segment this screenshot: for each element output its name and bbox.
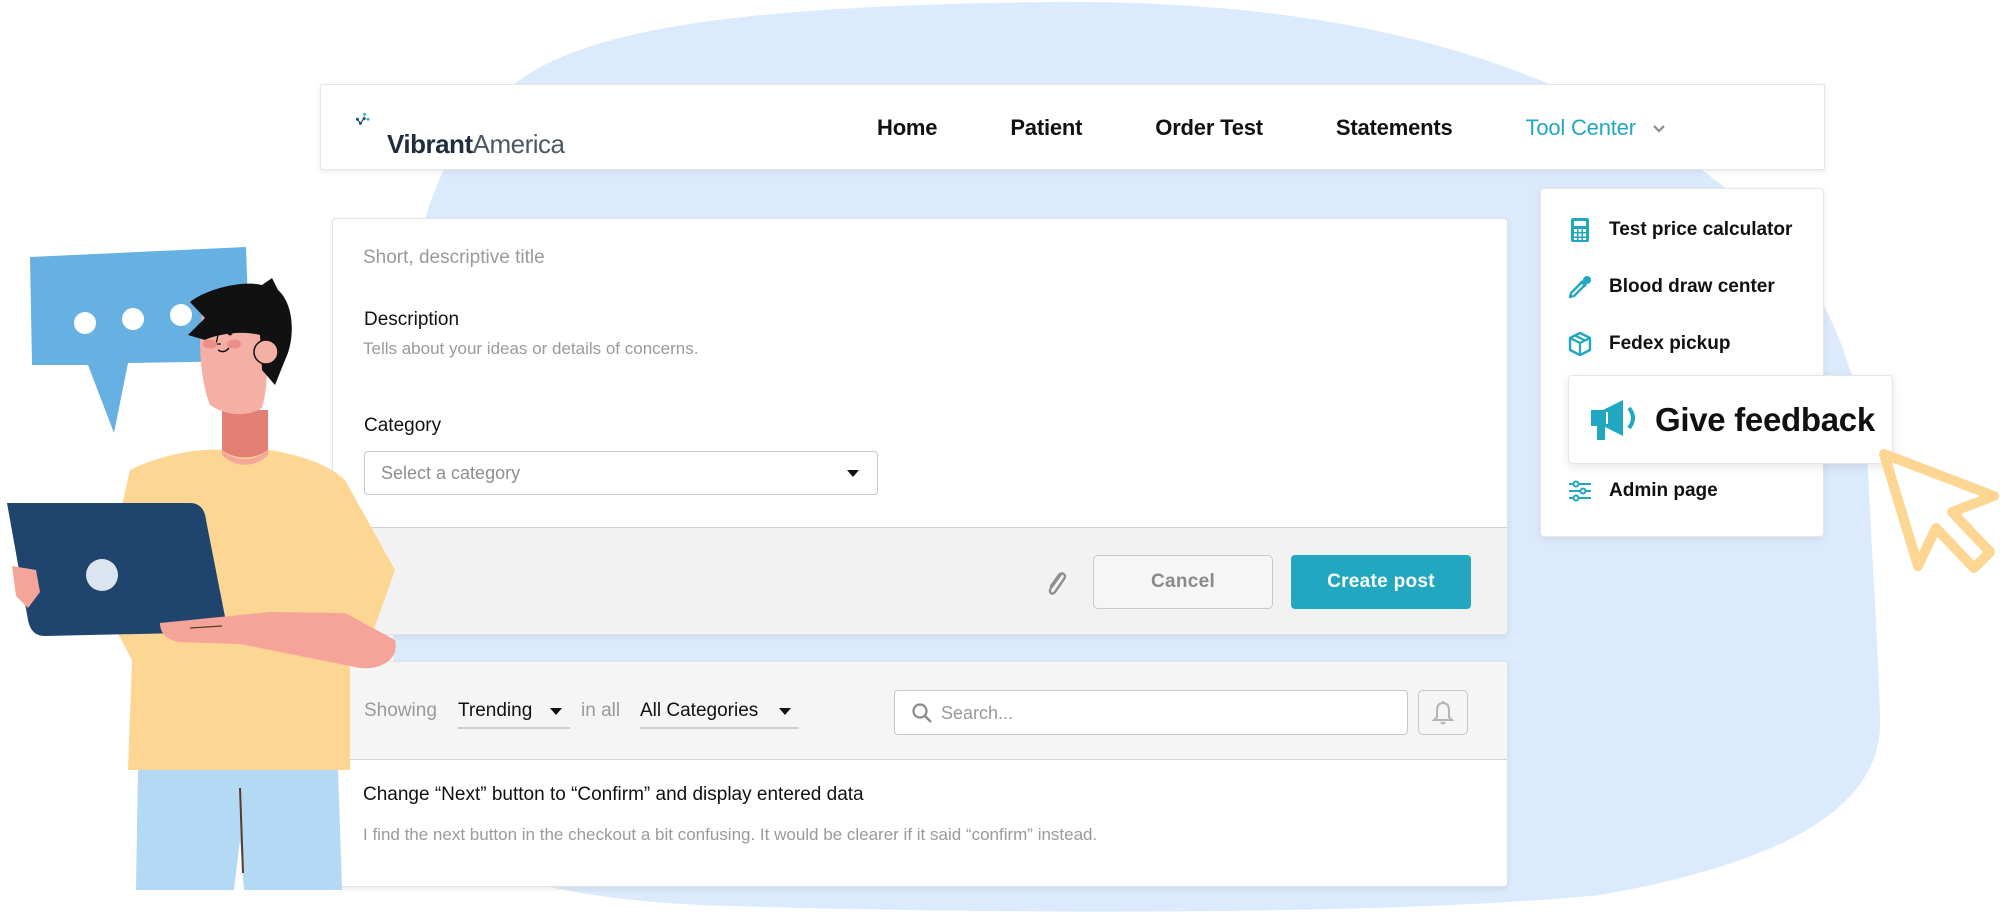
chevron-down-icon (1652, 125, 1665, 133)
notifications-button[interactable] (1418, 690, 1468, 735)
search-icon (912, 703, 932, 723)
category-select[interactable]: Select a category (364, 451, 878, 495)
box-icon (1567, 331, 1593, 357)
menu-item-label: Admin page (1609, 480, 1718, 501)
tool-center-menu: Test price calculator Blood draw center … (1540, 188, 1824, 537)
brand-name[interactable]: VibrantAmerica (387, 129, 565, 160)
menu-item-test-price-calculator[interactable]: Test price calculator (1567, 217, 1792, 243)
sliders-icon (1567, 478, 1593, 504)
new-post-form: Description Category Select a category C… (332, 218, 1508, 635)
nav-patient[interactable]: Patient (1010, 115, 1082, 141)
category-filter-value: All Categories (640, 700, 759, 721)
paperclip-icon[interactable] (1043, 568, 1069, 598)
caret-down-icon (550, 708, 562, 715)
search-field[interactable] (894, 690, 1408, 735)
calculator-icon (1567, 217, 1593, 243)
caret-down-icon (779, 708, 791, 715)
nav-tool-center[interactable]: Tool Center (1526, 115, 1666, 141)
post-body: I find the next button in the checkout a… (363, 825, 1098, 844)
give-feedback-label: Give feedback (1655, 400, 1875, 438)
top-navbar: VibrantAmerica Home Patient Order Test S… (320, 84, 1825, 170)
brand-name-bold: Vibrant (387, 129, 473, 159)
post-title-input[interactable] (363, 247, 1463, 269)
feed-filter-bar: Showing Trending in all All Categories (333, 662, 1507, 760)
create-post-button[interactable]: Create post (1291, 555, 1471, 609)
menu-item-label: Test price calculator (1609, 219, 1793, 240)
feedback-feed: Showing Trending in all All Categories C… (332, 661, 1508, 887)
caret-down-icon (847, 470, 859, 477)
cancel-button[interactable]: Cancel (1093, 555, 1273, 609)
megaphone-icon (1591, 399, 1635, 440)
person-with-laptop-illustration (7, 278, 396, 890)
bell-icon (1432, 700, 1454, 724)
sort-select[interactable]: Trending (458, 692, 570, 729)
brand-name-light: America (472, 129, 565, 159)
nav-statements[interactable]: Statements (1336, 115, 1453, 141)
nav-order-test[interactable]: Order Test (1155, 115, 1263, 141)
menu-item-label: Blood draw center (1609, 276, 1775, 297)
description-input[interactable] (363, 339, 1463, 369)
search-input[interactable] (941, 699, 1391, 727)
cursor-arrow-icon (1879, 449, 1999, 573)
menu-item-fedex-pickup[interactable]: Fedex pickup (1567, 331, 1730, 357)
nav-home[interactable]: Home (877, 115, 938, 141)
menu-item-label: Fedex pickup (1609, 333, 1731, 354)
menu-item-admin-page[interactable]: Admin page (1567, 478, 1718, 504)
nav-tool-center-label: Tool Center (1525, 115, 1637, 140)
sort-select-value: Trending (458, 700, 533, 721)
menu-item-give-feedback[interactable]: Give feedback (1568, 375, 1893, 464)
category-filter-select[interactable]: All Categories (640, 692, 799, 729)
dropper-icon (1567, 274, 1593, 300)
main-nav: Home Patient Order Test Statements Tool … (877, 85, 1739, 171)
form-footer: Cancel Create post (333, 527, 1507, 634)
in-all-label: in all (581, 700, 621, 721)
menu-item-blood-draw-center[interactable]: Blood draw center (1567, 274, 1775, 300)
post-title[interactable]: Change “Next” button to “Confirm” and di… (363, 784, 864, 806)
